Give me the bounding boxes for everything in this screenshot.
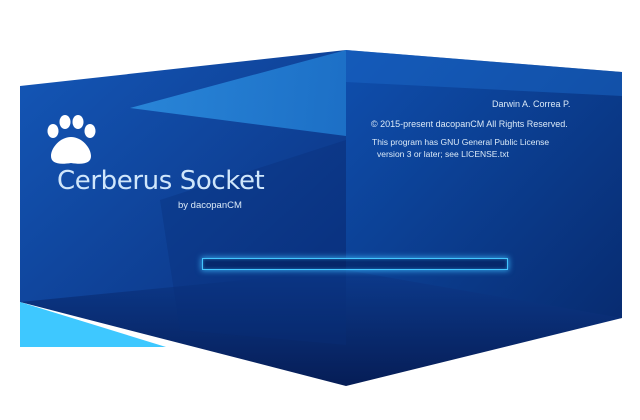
app-subtitle: by dacopanCM (178, 200, 242, 211)
license-text-line2: version 3 or later; see LICENSE.txt (377, 149, 509, 159)
license-text-line1: This program has GNU General Public Lice… (372, 137, 550, 147)
author-name: Darwin A. Correa P. (492, 99, 571, 109)
loading-progress-bar (202, 258, 508, 270)
paw-icon (47, 115, 96, 164)
app-title: Cerberus Socket (57, 166, 265, 196)
copyright-text: © 2015-present dacopanCM All Rights Rese… (371, 119, 568, 129)
splash-background (20, 50, 622, 386)
